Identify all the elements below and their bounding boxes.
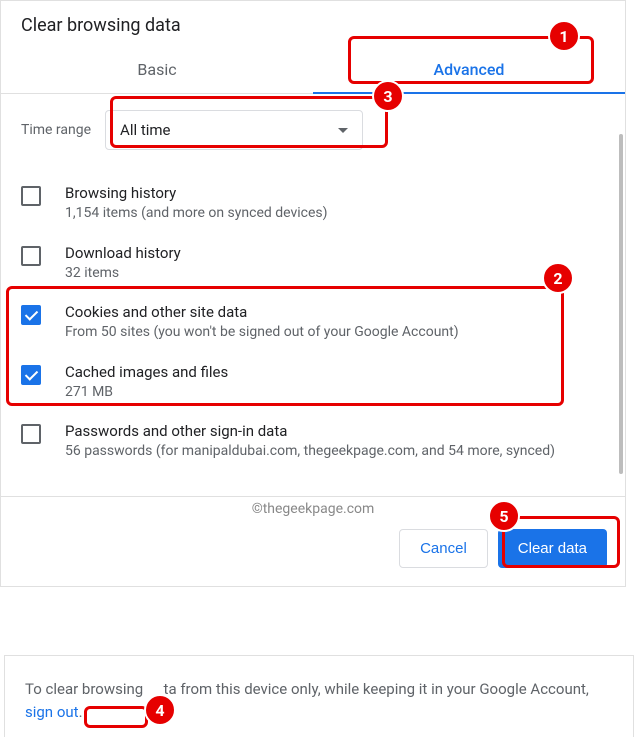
dialog-actions: Cancel Clear data <box>1 517 625 586</box>
item-desc: 32 items <box>65 264 605 284</box>
time-range-value: All time <box>120 121 170 139</box>
checkbox-download-history[interactable] <box>21 246 41 266</box>
checkbox-cookies[interactable] <box>21 305 41 325</box>
time-range-row: Time range All time <box>21 110 605 150</box>
time-range-label: Time range <box>21 122 91 138</box>
footer-text-pre: To clear browsing <box>25 680 147 698</box>
dialog-body: Time range All time Browsing history 1,1… <box>1 94 625 496</box>
sign-out-link[interactable]: sign out <box>25 703 79 721</box>
checkbox-passwords[interactable] <box>21 424 41 444</box>
footer-text-post: . <box>79 703 83 721</box>
footer-text-mid: ta from this device only, while keeping … <box>164 680 589 698</box>
checkbox-browsing-history[interactable] <box>21 186 41 206</box>
item-passwords: Passwords and other sign-in data 56 pass… <box>21 412 605 472</box>
item-cookies: Cookies and other site data From 50 site… <box>21 293 605 353</box>
clear-data-button[interactable]: Clear data <box>498 529 607 568</box>
item-title: Cookies and other site data <box>65 303 605 321</box>
clear-browsing-data-dialog: Clear browsing data Basic Advanced Time … <box>0 0 626 587</box>
tab-basic[interactable]: Basic <box>1 46 313 93</box>
item-browsing-history: Browsing history 1,154 items (and more o… <box>21 174 605 234</box>
tab-advanced[interactable]: Advanced <box>313 46 625 93</box>
chevron-down-icon <box>338 128 348 133</box>
time-range-select[interactable]: All time <box>105 110 363 150</box>
scrollbar[interactable] <box>619 134 623 474</box>
item-desc: From 50 sites (you won't be signed out o… <box>65 323 605 343</box>
cancel-button[interactable]: Cancel <box>399 529 488 568</box>
item-title: Passwords and other sign-in data <box>65 422 605 440</box>
checkbox-cached[interactable] <box>21 365 41 385</box>
item-desc: 271 MB <box>65 383 605 403</box>
tabs: Basic Advanced <box>1 46 625 94</box>
item-desc: 1,154 items (and more on synced devices) <box>65 204 605 224</box>
watermark-text: ©thegeekpage.com <box>1 497 625 517</box>
item-desc: 56 passwords (for manipaldubai.com, theg… <box>65 442 605 462</box>
dialog-title: Clear browsing data <box>1 1 625 46</box>
item-title: Cached images and files <box>65 363 605 381</box>
item-download-history: Download history 32 items <box>21 234 605 294</box>
item-title: Browsing history <box>65 184 605 202</box>
item-cached: Cached images and files 271 MB <box>21 353 605 413</box>
footer-note: To clear browsing data from this device … <box>4 655 634 737</box>
item-title: Download history <box>65 244 605 262</box>
